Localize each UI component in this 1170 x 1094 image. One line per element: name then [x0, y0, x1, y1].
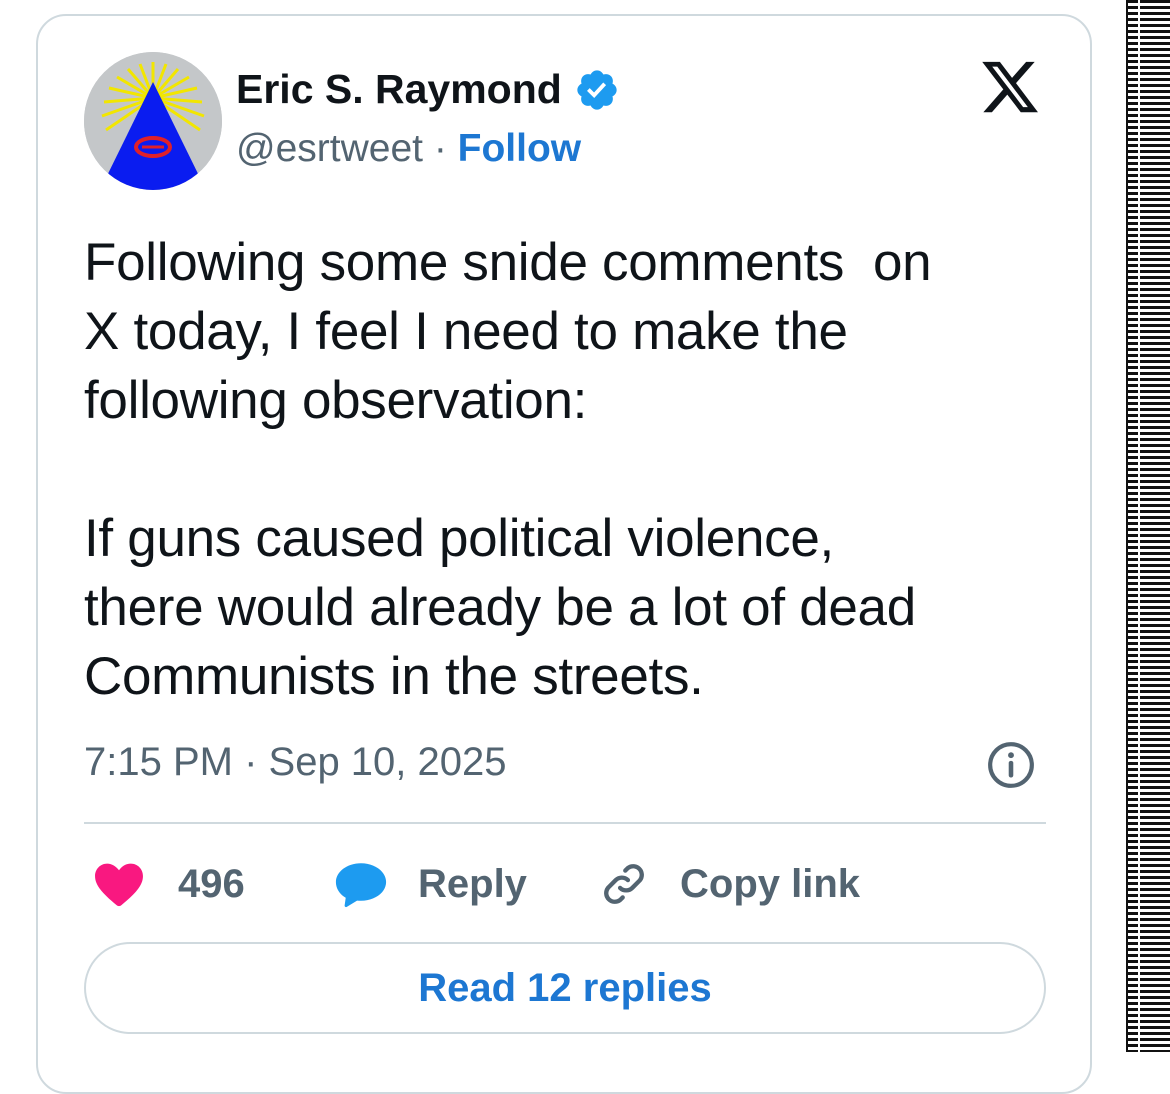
read-replies-button[interactable]: Read 12 replies: [84, 942, 1046, 1034]
reply-label: Reply: [418, 861, 527, 906]
handle[interactable]: @esrtweet: [236, 127, 423, 170]
link-icon: [604, 864, 644, 904]
speech-bubble-icon: [335, 863, 387, 908]
display-name-text: Eric S. Raymond: [236, 66, 562, 112]
tweet-timestamp[interactable]: 7:15 PM · Sep 10, 2025: [84, 740, 507, 785]
copy-link-button[interactable]: Copy link: [598, 856, 860, 912]
like-button[interactable]: 496: [94, 856, 245, 912]
reply-button[interactable]: Reply: [334, 856, 527, 912]
avatar[interactable]: [84, 52, 222, 190]
divider: [84, 822, 1046, 824]
handle-separator: ·: [422, 127, 458, 170]
display-name[interactable]: Eric S. Raymond: [236, 66, 620, 113]
read-replies-label: Read 12 replies: [418, 965, 712, 1010]
info-icon[interactable]: [986, 740, 1036, 790]
heart-icon: [95, 863, 143, 907]
x-logo-icon[interactable]: [978, 56, 1042, 118]
follow-button[interactable]: Follow: [458, 127, 581, 170]
page-edge-strip: [1126, 0, 1170, 1052]
verified-badge-icon: [577, 69, 617, 110]
avatar-logo-icon: [84, 52, 222, 190]
tweet-text: Following some snide comments on X today…: [84, 233, 932, 706]
handle-line: @esrtweet · Follow: [236, 127, 581, 171]
like-count: 496: [178, 861, 245, 906]
copy-link-label: Copy link: [680, 861, 861, 906]
